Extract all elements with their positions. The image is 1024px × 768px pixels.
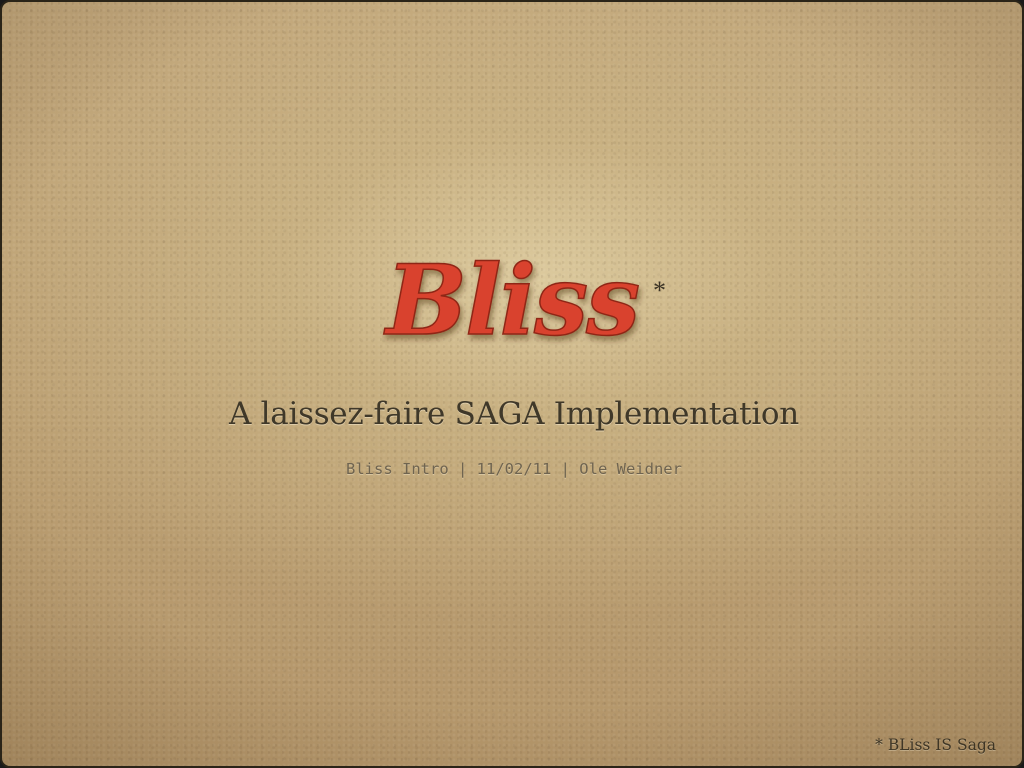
- logo-text: Bliss: [383, 244, 639, 357]
- bliss-logo: Bliss: [382, 243, 642, 358]
- logo-asterisk: *: [653, 276, 666, 305]
- slide-subtitle: Bliss Intro | 11/02/11 | Ole Weidner: [346, 460, 682, 478]
- footnote: * BLiss IS Saga: [875, 736, 996, 754]
- slide: Bliss * A laissez-faire SAGA Implementat…: [0, 0, 1024, 768]
- slide-title: A laissez-faire SAGA Implementation: [229, 396, 799, 432]
